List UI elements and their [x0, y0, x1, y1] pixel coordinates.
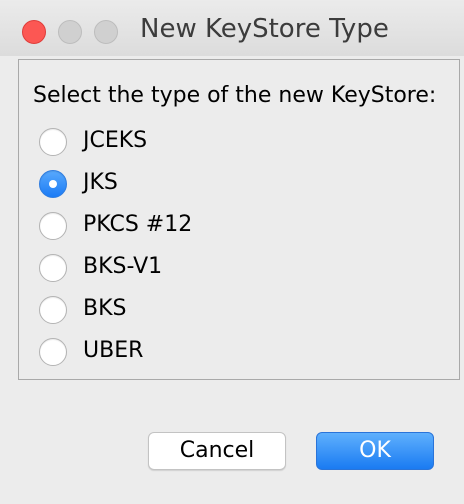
- title-bar[interactable]: New KeyStore Type: [0, 0, 464, 56]
- option-uber[interactable]: UBER: [39, 334, 399, 368]
- radio-uber[interactable]: [39, 338, 67, 366]
- keystore-type-panel: Select the type of the new KeyStore: JCE…: [18, 59, 460, 380]
- option-label: BKS-V1: [83, 254, 163, 279]
- radio-jks[interactable]: [39, 170, 67, 198]
- radio-bks-v1[interactable]: [39, 254, 67, 282]
- option-pkcs12[interactable]: PKCS #12: [39, 208, 399, 242]
- option-label: PKCS #12: [83, 212, 193, 237]
- option-bks-v1[interactable]: BKS-V1: [39, 250, 399, 284]
- cancel-button[interactable]: Cancel: [148, 432, 286, 470]
- option-label: JCEKS: [83, 128, 148, 153]
- radio-bks[interactable]: [39, 296, 67, 324]
- option-jceks[interactable]: JCEKS: [39, 124, 399, 158]
- minimize-window-icon: [58, 20, 82, 44]
- close-window-icon[interactable]: [22, 20, 46, 44]
- prompt-label: Select the type of the new KeyStore:: [33, 83, 437, 108]
- option-label: BKS: [83, 296, 127, 321]
- window-title: New KeyStore Type: [140, 14, 389, 44]
- radio-jceks[interactable]: [39, 128, 67, 156]
- radio-pkcs12[interactable]: [39, 212, 67, 240]
- dialog-window: New KeyStore Type Select the type of the…: [0, 0, 464, 504]
- option-label: JKS: [83, 170, 118, 195]
- zoom-window-icon: [94, 20, 118, 44]
- option-jks[interactable]: JKS: [39, 166, 399, 200]
- option-bks[interactable]: BKS: [39, 292, 399, 326]
- ok-button[interactable]: OK: [316, 432, 434, 470]
- option-label: UBER: [83, 338, 144, 363]
